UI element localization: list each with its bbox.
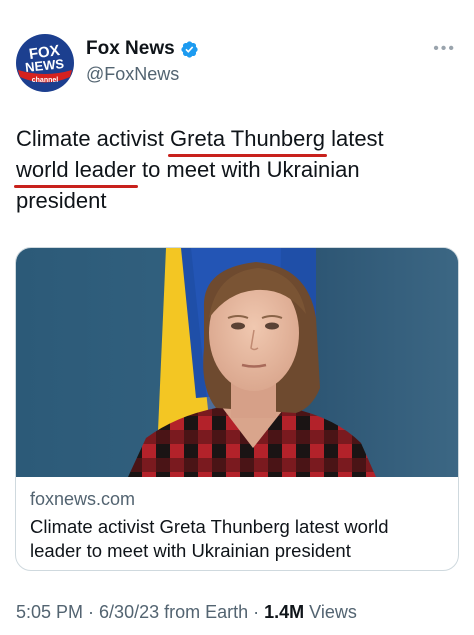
separator: · [83,602,100,622]
tweet-source: from Earth [159,602,249,622]
tweet-text-underlined-phrase: world leader [16,157,136,182]
card-photo [16,248,458,477]
link-preview-card[interactable]: foxnews.com Climate activist Greta Thunb… [15,247,459,571]
separator: · [248,602,265,622]
card-image[interactable] [16,248,458,477]
card-meta: foxnews.com Climate activist Greta Thunb… [16,477,458,563]
author-handle[interactable]: @FoxNews [86,64,179,85]
svg-text:channel: channel [32,77,59,84]
tweet-text-part: Climate activist [16,126,171,151]
tweet-footer: 5:05 PM · 6/30/23 from Earth · 1.4M View… [16,602,357,623]
tweet-date[interactable]: 6/30/23 [99,602,159,622]
tweet-text-underlined-name: Greta Thunberg [170,126,325,151]
tweet-text-part: latest [324,126,384,151]
author-name[interactable]: Fox News [86,38,199,60]
tweet-time[interactable]: 5:05 PM [16,602,83,622]
tweet: FOX NEWS channel Fox News @FoxNews ••• C… [0,0,474,635]
tweet-text: Climate activist Greta Thunberg latest w… [16,123,456,216]
author-name-text: Fox News [86,38,175,59]
fox-news-avatar[interactable]: FOX NEWS channel [14,32,76,94]
card-title: Climate activist Greta Thunberg latest w… [30,516,389,561]
views-label: Views [304,602,357,622]
verified-badge-icon [181,40,198,58]
fox-news-logo-icon: FOX NEWS channel [14,32,76,94]
views-count[interactable]: 1.4M [264,602,304,622]
more-options-icon[interactable]: ••• [433,40,456,58]
card-domain: foxnews.com [30,489,136,509]
